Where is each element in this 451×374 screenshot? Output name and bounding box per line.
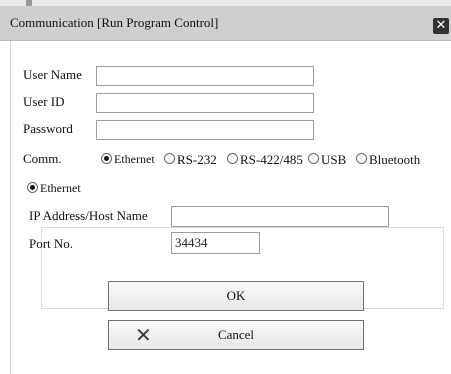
comm-radio-usb[interactable] xyxy=(308,153,319,164)
cancel-button[interactable]: ✕ Cancel xyxy=(108,320,364,350)
comm-option-usb-label: USB xyxy=(321,152,347,167)
ok-button[interactable]: OK xyxy=(108,281,364,311)
ethernet-group-title: Ethernet xyxy=(40,181,81,195)
ip-address-input[interactable] xyxy=(171,206,389,227)
ethernet-group-radio[interactable] xyxy=(27,182,38,193)
cancel-button-label: Cancel xyxy=(217,327,255,342)
close-icon[interactable]: ✕ xyxy=(433,18,449,34)
comm-radio-rs422-485[interactable] xyxy=(227,153,238,164)
dialog-titlebar: Communication [Run Program Control] ✕ xyxy=(0,6,451,41)
comm-option-ethernet-label: Ethernet xyxy=(114,152,155,166)
comm-option-bluetooth-label: Bluetooth xyxy=(369,152,421,167)
comm-option-rs232-label: RS-232 xyxy=(177,152,217,167)
user-name-input[interactable] xyxy=(96,66,314,86)
comm-radio-rs232[interactable] xyxy=(164,153,175,164)
communication-dialog: User Name User ID Password Comm. Etherne… xyxy=(10,41,451,374)
comm-option-rs422-485-label: RS-422/485 xyxy=(240,152,303,167)
password-input[interactable] xyxy=(96,120,314,140)
user-name-label: User Name xyxy=(23,67,82,82)
comm-radio-bluetooth[interactable] xyxy=(356,153,367,164)
password-label: Password xyxy=(23,121,73,136)
ip-address-label: IP Address/Host Name xyxy=(29,208,148,223)
comm-radio-ethernet[interactable] xyxy=(101,153,112,164)
comm-label: Comm. xyxy=(23,151,62,166)
user-id-label: User ID xyxy=(23,94,65,109)
ok-button-label: OK xyxy=(226,288,246,303)
port-number-input[interactable]: 34434 xyxy=(171,232,260,254)
dialog-title: Communication [Run Program Control] xyxy=(10,15,219,30)
port-number-label: Port No. xyxy=(29,236,74,251)
user-id-input[interactable] xyxy=(96,93,314,113)
x-icon: ✕ xyxy=(135,323,152,347)
